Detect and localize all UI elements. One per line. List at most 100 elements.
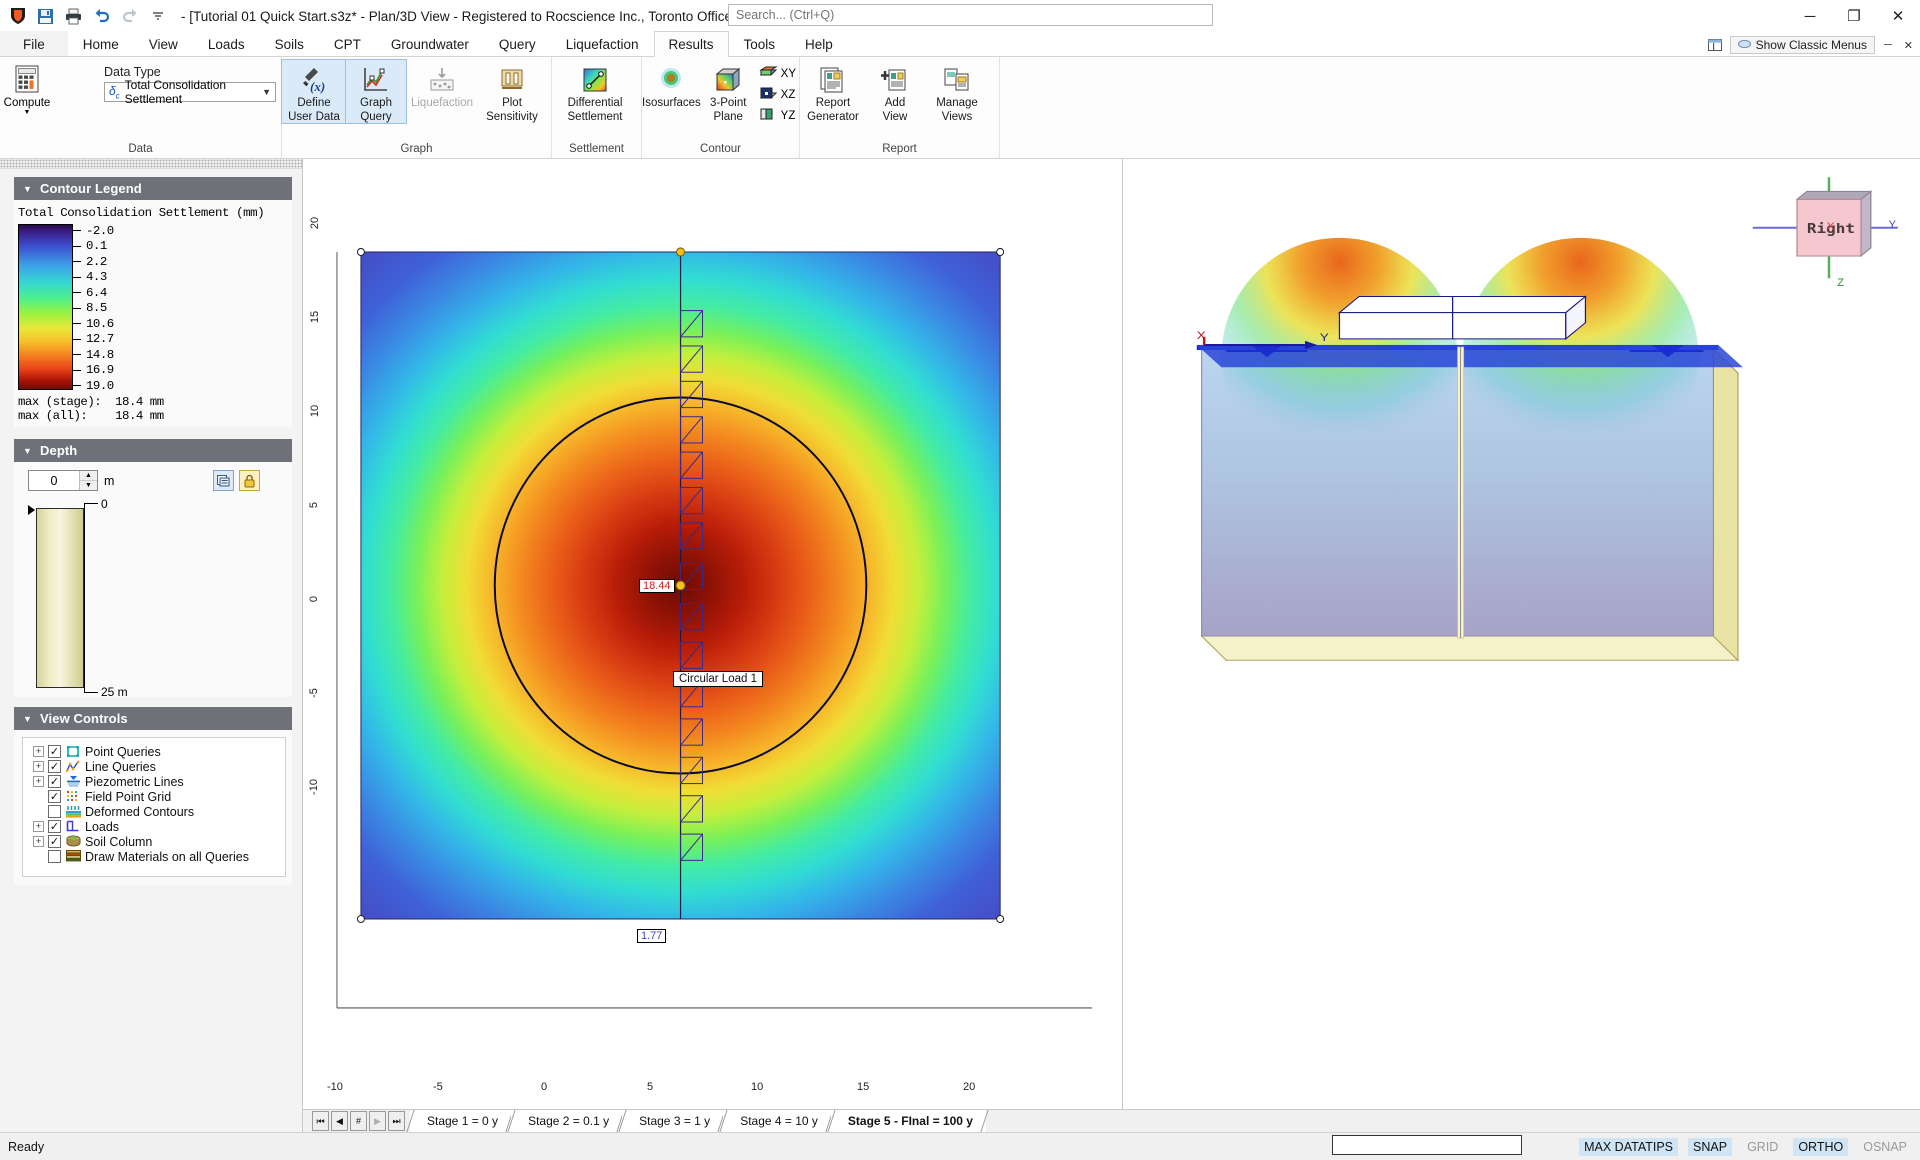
contour-plane-buttons[interactable]: XY XZ YZ (756, 60, 799, 126)
tree-item-field-point-grid[interactable]: ✓ Field Point Grid (23, 789, 285, 804)
tab-results[interactable]: Results (654, 31, 729, 57)
graph-query-button[interactable]: Graph Query (346, 60, 406, 123)
tree-item-soil-column[interactable]: + ✓ Soil Column (23, 834, 285, 849)
compute-dropdown-icon[interactable]: ▼ (24, 109, 31, 116)
perspective-view-3d[interactable]: X Y Right X Y Z (1123, 159, 1920, 1109)
view-controls-tree[interactable]: + ✓ Point Queries + ✓ Line Queries (22, 737, 286, 877)
stage-tab-4[interactable]: Stage 4 = 10 y (723, 1110, 831, 1132)
collapse-triangle-icon[interactable]: ▼ (23, 446, 32, 456)
contour-legend-header[interactable]: ▼ Contour Legend (14, 177, 292, 200)
tree-item-deformed-contours[interactable]: Deformed Contours (23, 804, 285, 819)
checkbox-unchecked-icon[interactable] (48, 805, 61, 818)
stage-tab-5[interactable]: Stage 5 - FInal = 100 y (831, 1110, 986, 1132)
tab-query[interactable]: Query (484, 31, 551, 56)
copy-depth-icon[interactable] (213, 470, 234, 491)
tab-file[interactable]: File (0, 31, 68, 56)
spin-up-icon[interactable]: ▲ (80, 471, 97, 481)
stage-tab-3[interactable]: Stage 3 = 1 y (622, 1110, 723, 1132)
tree-item-point-queries[interactable]: + ✓ Point Queries (23, 744, 285, 759)
tree-item-line-queries[interactable]: + ✓ Line Queries (23, 759, 285, 774)
status-chip-max-datatips[interactable]: MAX DATATIPS (1579, 1138, 1678, 1156)
manage-views-button[interactable]: Manage Views (924, 60, 990, 123)
checkbox-checked-icon[interactable]: ✓ (48, 760, 61, 773)
window-controls[interactable]: ─ ❐ ✕ (1788, 0, 1920, 32)
status-coordinate-field[interactable] (1332, 1135, 1522, 1155)
ribbon-display-options-icon[interactable] (1706, 36, 1724, 54)
plane-yz-button[interactable]: YZ (756, 106, 799, 126)
view-controls-header[interactable]: ▼ View Controls (14, 707, 292, 730)
quick-access-toolbar[interactable] (0, 7, 167, 26)
depth-stepper[interactable]: ▲ ▼ (28, 470, 98, 491)
search-input[interactable] (728, 4, 1213, 26)
define-user-data-button[interactable]: (x) Define User Data (282, 60, 346, 123)
ribbon-tab-strip[interactable]: File Home View Loads Soils CPT Groundwat… (0, 32, 1920, 57)
differential-settlement-button[interactable]: Differential Settlement (552, 60, 638, 123)
maximize-button[interactable]: ❐ (1832, 0, 1876, 32)
ribbon-right-controls[interactable]: Show Classic Menus ─ ✕ (1706, 36, 1916, 54)
sidebar-drag-grip[interactable] (0, 159, 302, 169)
plot-sensitivity-button[interactable]: Plot Sensitivity (478, 60, 546, 123)
plan-view-2d[interactable]: 20 15 10 5 0 -5 -10 -10 -5 0 5 10 15 20 … (303, 159, 1123, 1109)
tab-view[interactable]: View (134, 31, 193, 56)
status-chip-osnap[interactable]: OSNAP (1858, 1138, 1912, 1156)
checkbox-checked-icon[interactable]: ✓ (48, 745, 61, 758)
isosurfaces-button[interactable]: Isosurfaces (642, 60, 701, 110)
tab-loads[interactable]: Loads (193, 31, 260, 56)
tab-tools[interactable]: Tools (729, 31, 791, 56)
status-toggle-group[interactable]: MAX DATATIPS SNAP GRID ORTHO OSNAP (1579, 1138, 1912, 1156)
stage-tab-1[interactable]: Stage 1 = 0 y (410, 1110, 511, 1132)
collapse-triangle-icon[interactable]: ▼ (23, 184, 32, 194)
status-chip-grid[interactable]: GRID (1742, 1138, 1783, 1156)
status-chip-snap[interactable]: SNAP (1688, 1138, 1732, 1156)
undo-icon[interactable] (92, 7, 111, 26)
expand-icon[interactable]: + (33, 761, 44, 772)
collapse-triangle-icon[interactable]: ▼ (23, 714, 32, 724)
data-type-select[interactable]: δc Total Consolidation Settlement ▼ (104, 82, 276, 102)
add-view-button[interactable]: Add View (866, 60, 924, 123)
plane-xz-button[interactable]: XZ (756, 85, 799, 105)
close-button[interactable]: ✕ (1876, 0, 1920, 32)
ribbon-close-icon[interactable]: ✕ (1901, 39, 1916, 52)
three-point-plane-button[interactable]: 3-Point Plane (701, 60, 756, 123)
stage-tabs[interactable]: Stage 1 = 0 y Stage 2 = 0.1 y Stage 3 = … (410, 1110, 986, 1132)
checkbox-checked-icon[interactable]: ✓ (48, 775, 61, 788)
stage-first-button[interactable]: ⏮ (312, 1111, 329, 1131)
chevron-down-icon[interactable]: ▼ (262, 87, 271, 97)
expand-icon[interactable]: + (33, 776, 44, 787)
compute-button[interactable]: Compute ▼ (0, 60, 54, 116)
depth-header[interactable]: ▼ Depth (14, 439, 292, 462)
print-icon[interactable] (64, 7, 83, 26)
show-classic-menus-button[interactable]: Show Classic Menus (1730, 36, 1875, 54)
stage-last-button[interactable]: ⏭ (388, 1111, 405, 1131)
depth-marker-icon[interactable] (28, 505, 35, 515)
tab-soils[interactable]: Soils (260, 31, 319, 56)
minimize-button[interactable]: ─ (1788, 0, 1832, 32)
status-chip-ortho[interactable]: ORTHO (1793, 1138, 1848, 1156)
tree-item-piezometric-lines[interactable]: + ✓ Piezometric Lines (23, 774, 285, 789)
expand-icon[interactable]: + (33, 821, 44, 832)
save-icon[interactable] (36, 7, 55, 26)
checkbox-checked-icon[interactable]: ✓ (48, 835, 61, 848)
depth-action-buttons[interactable] (213, 470, 260, 491)
checkbox-unchecked-icon[interactable] (48, 850, 61, 863)
lock-depth-icon[interactable] (239, 470, 260, 491)
tab-home[interactable]: Home (68, 31, 134, 56)
tab-cpt[interactable]: CPT (319, 31, 376, 56)
ribbon-minimize-icon[interactable]: ─ (1881, 39, 1895, 51)
tree-item-draw-materials[interactable]: Draw Materials on all Queries (23, 849, 285, 864)
tree-item-loads[interactable]: + ✓ Loads (23, 819, 285, 834)
depth-input[interactable] (29, 471, 79, 490)
circular-load-label[interactable]: Circular Load 1 (673, 671, 763, 687)
checkbox-checked-icon[interactable]: ✓ (48, 790, 61, 803)
stage-prev-button[interactable]: ◀ (331, 1111, 348, 1131)
tab-help[interactable]: Help (790, 31, 848, 56)
stage-number-button[interactable]: # (350, 1111, 367, 1131)
expand-icon[interactable]: + (33, 746, 44, 757)
plane-xy-button[interactable]: XY (756, 64, 799, 84)
checkbox-checked-icon[interactable]: ✓ (48, 820, 61, 833)
customize-quick-access-icon[interactable] (148, 7, 167, 26)
expand-icon[interactable]: + (33, 836, 44, 847)
report-generator-button[interactable]: Report Generator (800, 60, 866, 123)
stage-tab-bar[interactable]: ⏮ ◀ # ▶ ⏭ Stage 1 = 0 y Stage 2 = 0.1 y … (303, 1109, 1920, 1132)
depth-spin-arrows[interactable]: ▲ ▼ (79, 471, 97, 490)
